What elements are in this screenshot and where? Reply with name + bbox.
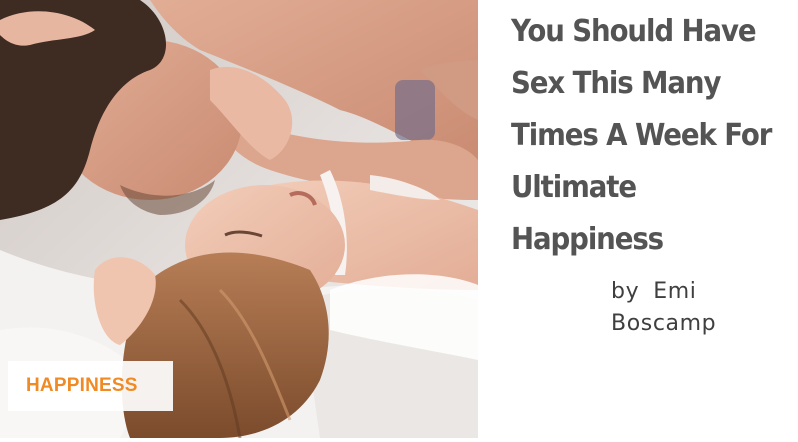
category-label: HAPPINESS [26, 375, 138, 396]
article-title[interactable]: You Should Have Sex This Many Times A We… [511, 6, 773, 266]
byline: by Emi Boscamp [611, 276, 781, 340]
article-card[interactable]: HAPPINESS You Should Have Sex This Many … [0, 0, 798, 442]
byline-prefix: by [611, 279, 640, 304]
category-badge[interactable]: HAPPINESS [8, 361, 173, 411]
article-photo[interactable]: HAPPINESS [0, 0, 478, 438]
